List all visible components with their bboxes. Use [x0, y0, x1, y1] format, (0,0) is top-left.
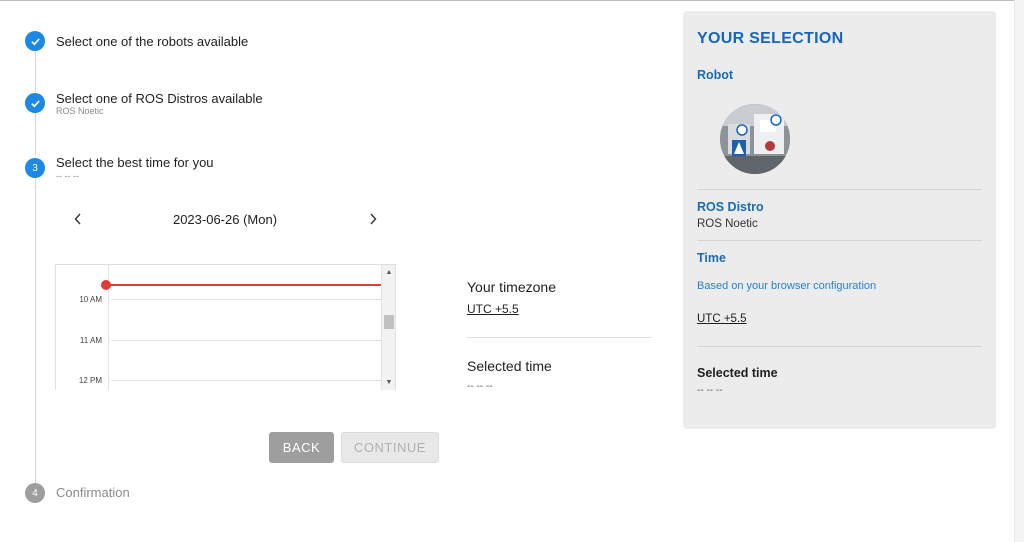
- time-label: Time: [697, 251, 726, 265]
- panel-selected-time-value: -- -- --: [697, 385, 723, 396]
- page-scrollbar[interactable]: [1014, 0, 1024, 542]
- selection-heading: YOUR SELECTION: [697, 30, 844, 47]
- step-connector: [35, 52, 36, 92]
- hour-gridline: [111, 299, 383, 300]
- panel-timezone-link[interactable]: UTC +5.5: [697, 313, 747, 325]
- time-label-12pm: 12 PM: [78, 376, 102, 385]
- divider: [697, 240, 982, 241]
- time-note: Based on your browser configuration: [697, 280, 877, 292]
- hour-gridline: [111, 380, 383, 381]
- scroll-down-arrow-icon[interactable]: ▼: [382, 376, 395, 388]
- time-label-10am: 10 AM: [79, 295, 102, 304]
- selected-time-value: -- -- --: [467, 381, 493, 390]
- distro-label: ROS Distro: [697, 200, 764, 214]
- step-1-check-icon: [25, 31, 45, 51]
- step-4-title: Confirmation: [56, 485, 130, 500]
- current-time-line: [106, 284, 382, 286]
- step-connector: [35, 176, 36, 484]
- robot-label: Robot: [697, 68, 734, 82]
- hour-gridline: [111, 340, 383, 341]
- step-3-number: 3: [25, 158, 45, 178]
- step-2-check-icon: [25, 93, 45, 113]
- selected-time-title: Selected time: [467, 358, 552, 374]
- step-2-title: Select one of ROS Distros available: [56, 91, 263, 106]
- next-day-button[interactable]: [363, 211, 383, 231]
- timezone-title: Your timezone: [467, 279, 556, 295]
- step-1-title: Select one of the robots available: [56, 34, 249, 49]
- divider: [697, 346, 982, 347]
- distro-value: ROS Noetic: [697, 218, 758, 230]
- calendar-scrollbar[interactable]: ▲ ▼: [381, 265, 395, 390]
- panel-selected-time-title: Selected time: [697, 366, 778, 380]
- timezone-link[interactable]: UTC +5.5: [467, 302, 519, 316]
- chevron-left-icon: [74, 212, 82, 230]
- step-connector: [35, 110, 36, 155]
- prev-day-button[interactable]: [68, 211, 88, 231]
- time-label-11am: 11 AM: [79, 336, 102, 345]
- step-3-title: Select the best time for you: [56, 155, 214, 170]
- step-3-subtitle: -- -- --: [56, 171, 79, 181]
- scrollbar-thumb[interactable]: [384, 315, 394, 329]
- current-time-dot: [101, 280, 111, 290]
- continue-button[interactable]: CONTINUE: [341, 432, 439, 463]
- back-button[interactable]: BACK: [269, 432, 334, 463]
- divider: [467, 337, 652, 338]
- step-4-number: 4: [25, 483, 45, 503]
- scroll-up-arrow-icon[interactable]: ▲: [382, 266, 395, 278]
- window-top-border: [0, 0, 1024, 1]
- robot-avatar: [720, 104, 790, 174]
- chevron-right-icon: [369, 212, 377, 230]
- selection-panel: YOUR SELECTION Robot ROS Distro ROS Noet…: [683, 11, 996, 429]
- divider: [697, 189, 982, 190]
- day-calendar[interactable]: 10 AM 11 AM 12 PM ▲ ▼: [55, 264, 396, 390]
- step-2-subtitle: ROS Noetic: [56, 106, 104, 116]
- selected-date: 2023-06-26 (Mon): [172, 212, 278, 227]
